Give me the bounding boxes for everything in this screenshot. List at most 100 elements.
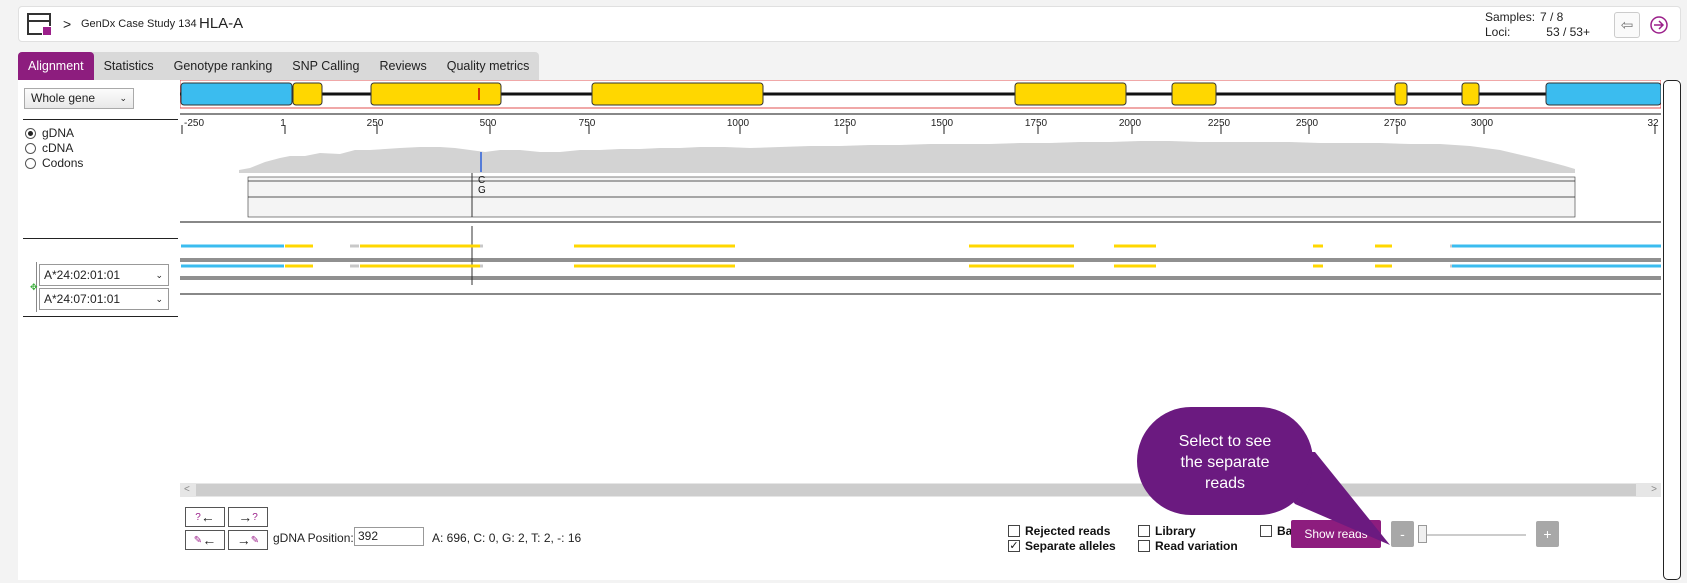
allele-segment [1450,264,1452,268]
allele-segment [350,244,359,248]
app-window-icon[interactable] [27,13,52,36]
view-select-value: Whole gene [31,91,96,105]
radio-label: Codons [42,156,84,170]
ruler-tick-label: 32 [1647,118,1659,129]
ruler-tick-label: 2500 [1296,118,1319,129]
pencil-icon: ✎ [193,534,203,546]
title-bar: > GenDx Case Study 134 HLA-A Samples: 7 /… [18,6,1681,42]
allele-segment [1313,244,1323,248]
ruler-tick-label: 500 [480,118,497,129]
chevron-down-icon: ⌄ [119,93,127,103]
vertical-scrollbar[interactable] [1663,80,1681,580]
allele-segment [574,264,735,268]
ruler-tick-label: -250 [184,118,204,129]
zoom-in-button[interactable]: + [1536,521,1559,547]
next-mismatch-button[interactable]: → ✎ [228,530,268,550]
ruler-tick-label: 1000 [727,118,750,129]
alignment-svg: -250 1 250 500 750 1000 1250 1500 1750 2000 2250 25… [179,79,1662,295]
previous-sample-button[interactable]: ⇦ [1614,12,1640,38]
tab-reviews[interactable]: Reviews [369,52,436,80]
allele-select-2[interactable]: A*24:07:01:01 ⌄ [39,288,169,310]
checkbox[interactable] [1008,525,1020,537]
allele-select-1[interactable]: A*24:02:01:01 ⌄ [39,264,169,286]
checkbox-label: Read variation [1155,539,1238,553]
control-row: ? ← →? ✎ ← → ✎ gDNA Position: 392 A: 696, C… [180,503,1661,580]
allele-segment [285,244,313,248]
allele-tracks[interactable] [180,226,1661,285]
radio-button[interactable] [25,127,36,139]
ruler-tick-label: 3000 [1471,118,1494,129]
scroll-left-icon[interactable]: < [184,483,190,497]
base-counts: A: 696, C: 0, G: 2, T: 2, -: 16 [432,531,582,545]
allele-drag-handle[interactable]: ✥ [29,262,38,312]
arrow-left-icon: ← [200,509,215,525]
divider [23,238,178,239]
allele-segment [1114,264,1156,268]
gene-map[interactable] [179,79,1662,109]
exon-3-block [591,82,764,106]
samples-label: Samples: [1485,10,1536,24]
arrow-left-icon: ← [202,532,217,548]
horizontal-scrollbar[interactable]: < > [180,483,1661,497]
view-select[interactable]: Whole gene ⌄ [24,88,134,109]
allele-segment [574,244,735,248]
library-checkbox[interactable]: Library [1138,524,1196,538]
exon-5-block [1171,82,1217,106]
prev-unknown-button[interactable]: ? ← [185,507,225,527]
radio-label: cDNA [42,141,74,155]
allele-segment [480,264,483,268]
radio-codons[interactable]: Codons [25,156,83,170]
exon-4-block [1014,82,1127,106]
exon-2-block [370,82,502,106]
position-input[interactable]: 392 [354,527,424,546]
coverage-profile [239,141,1575,173]
tab-snp-calling[interactable]: SNP Calling [282,52,369,80]
allele-segment [1375,264,1392,268]
checkbox[interactable] [1138,540,1150,552]
samples-value: 7 / 8 [1540,10,1564,24]
ruler-tick-label: 2750 [1384,118,1407,129]
read-variation-checkbox[interactable]: Read variation [1138,539,1238,553]
divider [23,119,178,120]
exon-1-block [292,82,323,106]
breadcrumb-case[interactable]: GenDx Case Study 134 [81,18,197,30]
next-sample-button[interactable] [1646,12,1672,38]
radio-button[interactable] [25,142,36,154]
tab-genotype-ranking[interactable]: Genotype ranking [164,52,283,80]
allele-segment [1313,264,1323,268]
allele-segment [285,264,313,268]
arrow-right-icon: → [236,532,251,548]
allele-segment [360,244,480,248]
exon-6-block [1394,82,1408,106]
checkbox-checked[interactable]: ✓ [1008,540,1020,552]
radio-gdna[interactable]: gDNA [25,126,74,140]
tab-quality-metrics[interactable]: Quality metrics [437,52,540,80]
page-title: HLA-A [199,15,244,32]
next-unknown-button[interactable]: →? [228,507,268,527]
checkbox[interactable] [1138,525,1150,537]
radio-button[interactable] [25,157,36,169]
arrow-right-icon: → [238,509,253,525]
callout-text-line: the separate [1180,454,1270,471]
rejected-reads-checkbox[interactable]: Rejected reads [1008,524,1110,538]
snp-base-bottom: G [478,185,486,196]
tab-bar: Alignment Statistics Genotype ranking SN… [18,52,540,80]
allele-segment [1452,244,1661,248]
prev-mismatch-button[interactable]: ✎ ← [185,530,225,550]
checkbox-label: Separate alleles [1025,539,1116,553]
ruler-tick-label: 750 [579,118,596,129]
allele-segment [969,264,1074,268]
sample-counts: Samples: 7 / 8 Loci: 53 / 53+ [1485,10,1590,40]
radio-cdna[interactable]: cDNA [25,141,73,155]
left-controls: Whole gene ⌄ gDNA cDNA Codons ✥ A*24:02:… [18,80,178,580]
utr-3-block [1545,82,1662,106]
position-label: gDNA Position: [273,531,354,545]
tab-statistics[interactable]: Statistics [94,52,164,80]
separate-alleles-checkbox[interactable]: ✓ Separate alleles [1008,539,1116,553]
chevron-down-icon: ⌄ [155,294,163,304]
scroll-right-icon[interactable]: > [1651,483,1657,497]
zoom-slider-track[interactable] [1418,534,1526,536]
allele-segment [969,244,1074,248]
loci-value: 53 / 53+ [1546,25,1590,39]
tab-alignment[interactable]: Alignment [18,52,94,80]
